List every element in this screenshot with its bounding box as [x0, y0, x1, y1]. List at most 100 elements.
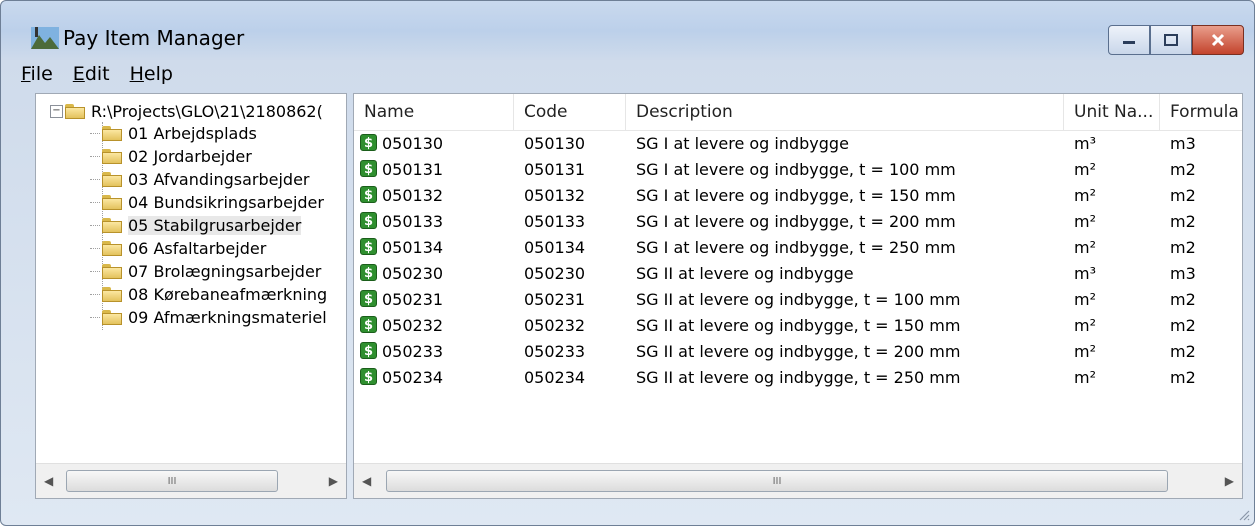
folder-icon	[102, 217, 122, 233]
column-header-description[interactable]: Description	[626, 94, 1064, 130]
tree-root-item[interactable]: − R:\Projects\GLO\21\2180862(	[50, 100, 323, 122]
tree-folder-label: 07 Brolægningsarbejder	[128, 261, 322, 281]
folder-icon	[102, 309, 122, 325]
menu-edit[interactable]: Edit	[73, 63, 110, 89]
cell-unit: m²	[1074, 212, 1096, 231]
cell-unit: m²	[1074, 316, 1096, 335]
scroll-right-arrow-icon[interactable]: ▶	[1225, 474, 1234, 488]
column-header-code[interactable]: Code	[514, 94, 626, 130]
cell-unit: m³	[1074, 134, 1096, 153]
table-row[interactable]: $050132 050132 SG I at levere og indbygge,…	[354, 184, 1242, 210]
cell-unit: m²	[1074, 290, 1096, 309]
cell-name: 050234	[382, 368, 444, 387]
cell-name: 050132	[382, 186, 444, 205]
folder-icon	[102, 171, 122, 187]
cell-unit: m²	[1074, 186, 1096, 205]
pay-item-list-pane[interactable]: Name Code Description Unit Na... Formula…	[353, 93, 1243, 499]
column-header-unit-name[interactable]: Unit Na...	[1064, 94, 1160, 130]
tree-folder-label: 04 Bundsikringsarbejder	[128, 192, 324, 212]
close-button[interactable]	[1192, 25, 1244, 55]
column-header-name[interactable]: Name	[354, 94, 514, 130]
cell-code: 050132	[524, 186, 586, 205]
pay-item-dollar-icon: $	[360, 316, 377, 333]
window-title: Pay Item Manager	[63, 26, 245, 50]
tree-folder-item[interactable]: 06 Asfaltarbejder	[90, 237, 266, 259]
tree-connector	[90, 247, 100, 249]
folder-tree-pane[interactable]: − R:\Projects\GLO\21\2180862( 01 Arbejds…	[35, 93, 347, 499]
cell-formula: m2	[1170, 342, 1196, 361]
scroll-left-arrow-icon[interactable]: ◀	[44, 474, 53, 488]
cell-formula: m2	[1170, 186, 1196, 205]
title-bar[interactable]: Pay Item Manager	[1, 1, 1254, 59]
tree-folder-label: 06 Asfaltarbejder	[128, 238, 267, 258]
cell-desc: SG II at levere og indbygge, t = 100 mm	[636, 290, 961, 309]
column-header-formula[interactable]: Formula	[1160, 94, 1242, 130]
tree-folder-item[interactable]: 02 Jordarbejder	[90, 145, 252, 167]
menu-help[interactable]: Help	[130, 63, 173, 89]
cell-formula: m3	[1170, 134, 1196, 153]
cell-desc: SG I at levere og indbygge, t = 250 mm	[636, 238, 956, 257]
cell-formula: m2	[1170, 160, 1196, 179]
tree-connector	[90, 224, 100, 226]
maximize-icon	[1164, 34, 1178, 46]
tree-connector	[90, 132, 100, 134]
list-header: Name Code Description Unit Na... Formula	[354, 94, 1242, 131]
pay-item-dollar-icon: $	[360, 290, 377, 307]
table-row[interactable]: $050233 050233 SG II at levere og indbygge…	[354, 340, 1242, 366]
cell-desc: SG II at levere og indbygge, t = 150 mm	[636, 316, 961, 335]
folder-icon	[102, 263, 122, 279]
client-area: − R:\Projects\GLO\21\2180862( 01 Arbejds…	[35, 93, 1243, 499]
cell-code: 050131	[524, 160, 586, 179]
folder-icon	[102, 148, 122, 164]
tree-folder-label: 05 Stabilgrusarbejder	[128, 215, 302, 235]
tree-folder-label: 01 Arbejdsplads	[128, 123, 257, 143]
folder-icon	[102, 125, 122, 141]
scroll-left-arrow-icon[interactable]: ◀	[362, 474, 371, 488]
scroll-thumb[interactable]: III	[66, 470, 278, 492]
folder-icon	[102, 240, 122, 256]
tree-folder-item[interactable]: 04 Bundsikringsarbejder	[90, 191, 324, 213]
table-row[interactable]: $050133 050133 SG I at levere og indbygge,…	[354, 210, 1242, 236]
scroll-thumb[interactable]: III	[386, 470, 1168, 492]
cell-name: 050130	[382, 134, 444, 153]
table-row[interactable]: $050130 050130 SG I at levere og indbygge m…	[354, 132, 1242, 158]
tree-folder-item[interactable]: 07 Brolægningsarbejder	[90, 260, 321, 282]
cell-code: 050133	[524, 212, 586, 231]
table-row[interactable]: $050234 050234 SG II at levere og indbygge…	[354, 366, 1242, 392]
folder-icon	[65, 103, 85, 119]
table-row[interactable]: $050131 050131 SG I at levere og indbygge,…	[354, 158, 1242, 184]
tree-root-label: R:\Projects\GLO\21\2180862(	[91, 101, 323, 121]
list-horizontal-scrollbar[interactable]: ◀ III ▶	[354, 463, 1242, 498]
table-row[interactable]: $050232 050232 SG II at levere og indbygge…	[354, 314, 1242, 340]
cell-code: 050233	[524, 342, 586, 361]
cell-unit: m²	[1074, 238, 1096, 257]
cell-formula: m2	[1170, 238, 1196, 257]
tree-folder-item[interactable]: 09 Afmærkningsmateriel	[90, 306, 327, 328]
pay-item-dollar-icon: $	[360, 238, 377, 255]
table-row[interactable]: $050134 050134 SG I at levere og indbygge,…	[354, 236, 1242, 262]
cell-desc: SG II at levere og indbygge, t = 250 mm	[636, 368, 961, 387]
table-row[interactable]: $050230 050230 SG II at levere og indbygge…	[354, 262, 1242, 288]
table-row[interactable]: $050231 050231 SG II at levere og indbygge…	[354, 288, 1242, 314]
collapse-icon[interactable]: −	[50, 104, 63, 118]
folder-icon	[102, 286, 122, 302]
tree-folder-item[interactable]: 05 Stabilgrusarbejder	[90, 214, 302, 236]
menu-bar: File Edit Help	[21, 63, 173, 89]
tree-horizontal-scrollbar[interactable]: ◀ III ▶	[36, 463, 346, 498]
menu-file[interactable]: File	[21, 63, 53, 89]
tree-folder-item[interactable]: 01 Arbejdsplads	[90, 122, 257, 144]
cell-unit: m²	[1074, 342, 1096, 361]
cell-unit: m³	[1074, 264, 1096, 283]
cell-unit: m²	[1074, 368, 1096, 387]
resize-grip-icon[interactable]	[1238, 509, 1250, 521]
minimize-button[interactable]	[1108, 25, 1150, 55]
maximize-button[interactable]	[1150, 25, 1192, 55]
cell-desc: SG I at levere og indbygge, t = 150 mm	[636, 186, 956, 205]
pay-item-dollar-icon: $	[360, 368, 377, 385]
tree-connector	[90, 316, 100, 318]
tree-connector	[90, 293, 100, 295]
scroll-right-arrow-icon[interactable]: ▶	[329, 474, 338, 488]
tree-folder-item[interactable]: 08 Kørebaneafmærkning	[90, 283, 327, 305]
pay-item-manager-window: Pay Item Manager File Edit Help − R:\Pro…	[0, 0, 1255, 526]
tree-folder-item[interactable]: 03 Afvandingsarbejder	[90, 168, 310, 190]
